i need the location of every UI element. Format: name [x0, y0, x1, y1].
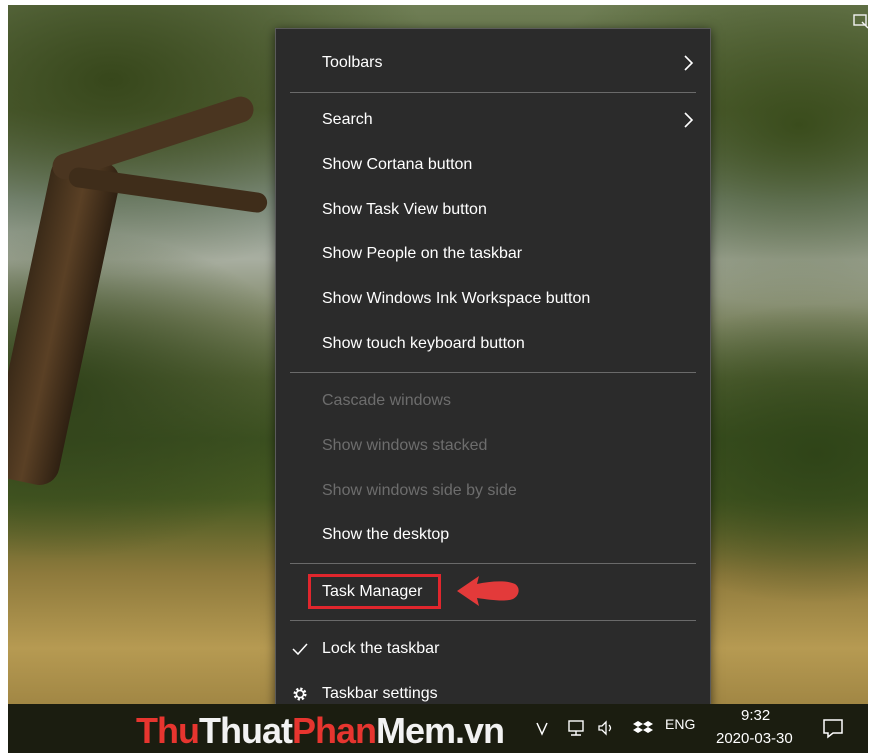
- speaker-icon[interactable]: [596, 718, 616, 738]
- menu-separator: [290, 563, 696, 564]
- menu-item-show-desktop[interactable]: Show the desktop: [276, 513, 710, 557]
- menu-item-label: Show Windows Ink Workspace button: [322, 290, 591, 307]
- clock-date[interactable]: 2020-03-30: [716, 730, 793, 747]
- menu-item-label: Toolbars: [322, 54, 383, 71]
- menu-item-show-ink[interactable]: Show Windows Ink Workspace button: [276, 277, 710, 321]
- menu-item-windows-stacked: Show windows stacked: [276, 424, 710, 468]
- menu-item-label: Show windows side by side: [322, 482, 517, 499]
- arrow-pointer-icon: [457, 576, 519, 606]
- menu-item-lock-taskbar[interactable]: Lock the taskbar: [276, 627, 710, 671]
- network-icon[interactable]: [566, 718, 586, 738]
- menu-item-show-people[interactable]: Show People on the taskbar: [276, 232, 710, 276]
- menu-item-show-task-view[interactable]: Show Task View button: [276, 188, 710, 232]
- wifi-icon[interactable]: [532, 718, 552, 738]
- window-icon: [853, 14, 868, 29]
- menu-item-taskbar-settings[interactable]: Taskbar settings: [276, 672, 710, 708]
- menu-item-label: Cascade windows: [322, 392, 451, 409]
- menu-item-show-touch-keyboard[interactable]: Show touch keyboard button: [276, 322, 710, 366]
- chevron-right-icon: [684, 112, 694, 128]
- checkmark-icon: [292, 643, 308, 656]
- menu-item-search[interactable]: Search: [276, 98, 710, 142]
- menu-separator: [290, 372, 696, 373]
- watermark-part: Mem.vn: [375, 710, 505, 751]
- menu-item-label: Show the desktop: [322, 526, 450, 543]
- language-indicator[interactable]: ENG: [665, 716, 695, 732]
- chevron-right-icon: [684, 55, 694, 71]
- menu-item-cascade-windows: Cascade windows: [276, 379, 710, 423]
- menu-item-show-cortana[interactable]: Show Cortana button: [276, 143, 710, 187]
- watermark-part: Thu: [136, 710, 200, 751]
- highlight-box: [308, 574, 441, 609]
- notification-icon[interactable]: [821, 716, 845, 740]
- menu-separator: [290, 620, 696, 621]
- gear-icon: [293, 687, 307, 701]
- watermark-logo: ThuThuatPhanMem.vn: [136, 710, 505, 752]
- menu-item-label: Show Cortana button: [322, 156, 473, 173]
- watermark-part: Phan: [291, 710, 377, 751]
- dropbox-icon[interactable]: [633, 718, 653, 738]
- menu-item-label: Lock the taskbar: [322, 640, 440, 657]
- menu-item-windows-side-by-side: Show windows side by side: [276, 469, 710, 513]
- tree-trunk: [8, 151, 124, 489]
- menu-item-label: Taskbar settings: [322, 685, 438, 702]
- menu-item-label: Show touch keyboard button: [322, 335, 525, 352]
- menu-separator: [290, 92, 696, 93]
- menu-item-toolbars[interactable]: Toolbars: [276, 41, 710, 85]
- watermark-part: Thuat: [198, 710, 293, 751]
- menu-item-label: Show People on the taskbar: [322, 245, 523, 262]
- menu-item-label: Show windows stacked: [322, 437, 488, 454]
- menu-item-label: Show Task View button: [322, 201, 487, 218]
- clock-time[interactable]: 9:32: [741, 707, 770, 724]
- taskbar: ThuThuatPhanMem.vn ENG 9:32 2020-03-30: [8, 704, 868, 753]
- menu-item-label: Search: [322, 111, 373, 128]
